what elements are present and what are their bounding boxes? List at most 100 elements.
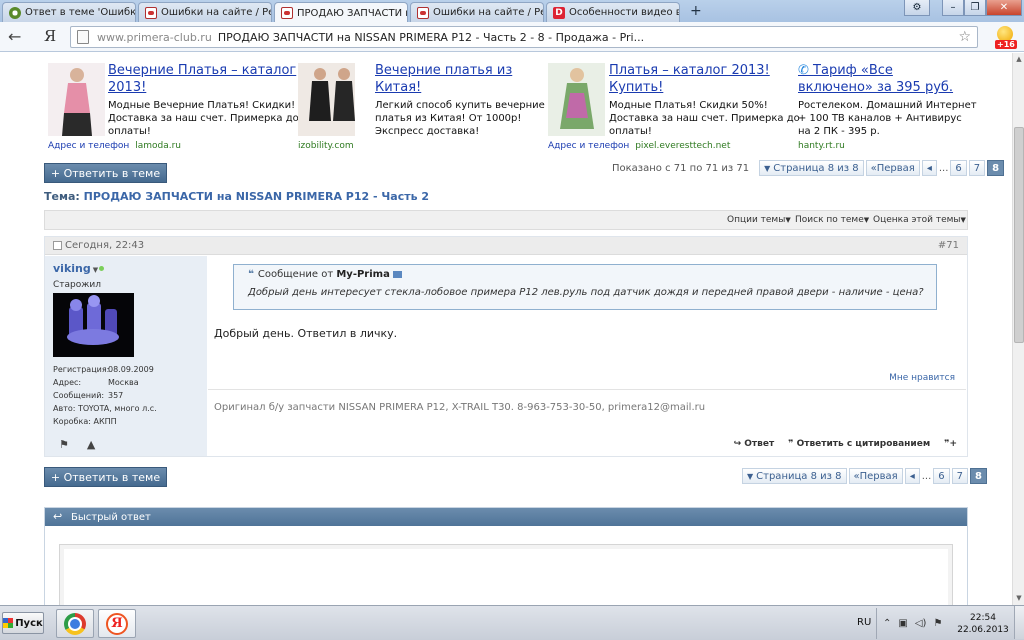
ad-thumbnail[interactable] [298, 63, 355, 136]
minimize-icon[interactable]: – [942, 0, 964, 16]
detail-label: Авто: [53, 404, 76, 413]
username-link[interactable]: viking ▼ [53, 262, 98, 275]
yandex-logo-icon[interactable]: Я [44, 27, 56, 45]
caret-down-icon: ▼ [785, 216, 791, 224]
first-page-button[interactable]: «Первая [848, 468, 903, 484]
ad-source: hanty.rt.ru [798, 141, 845, 151]
tab-4[interactable]: Ошибки на сайте / Реш × [410, 2, 544, 22]
ad-source: Адрес и телефон pixel.everesttech.net [548, 141, 730, 151]
settings-gear-icon[interactable]: ⚙ [904, 0, 930, 16]
caret-down-icon: ▼ [764, 163, 771, 173]
ad-domain[interactable]: izobility.com [298, 141, 354, 151]
prev-page-button[interactable]: ◂ [904, 468, 920, 484]
user-signature: Оригинал б/у запчасти NISSAN PRIMERA P12… [214, 402, 706, 413]
language-indicator[interactable]: RU [857, 617, 871, 628]
page-viewport: Вечерние Платья – каталог 2013! Модные В… [0, 53, 1012, 605]
page-6-button[interactable]: 6 [950, 160, 967, 176]
volume-icon[interactable]: ◁) [915, 618, 927, 629]
ad-domain[interactable]: lamoda.ru [135, 141, 181, 151]
system-tray: RU ⌃ ▣ ◁) ⚑ 22:54 22.06.2013 [857, 608, 1024, 639]
reply-in-thread-button-bottom[interactable]: + Ответить в теме [44, 467, 167, 487]
thread-options-menu[interactable]: Опции темы▼ [727, 215, 791, 225]
scroll-down-icon[interactable]: ▼ [1014, 592, 1024, 604]
reply-with-quote-button[interactable]: ❞ Ответить с цитированием [788, 439, 930, 449]
avatar[interactable] [53, 293, 134, 357]
action-center-icon[interactable]: ⚑ [933, 618, 942, 629]
reply-label: Ответ [744, 439, 775, 449]
page-menu-button[interactable]: ▼ Страница 8 из 8 [759, 160, 864, 176]
tray-expand-icon[interactable]: ⌃ [883, 618, 891, 629]
page-8-current: 8 [970, 468, 987, 484]
detail-value: 357 [108, 391, 124, 400]
page-7-button[interactable]: 7 [951, 468, 969, 484]
quote-header: ❝ Сообщение от My-Prima [248, 269, 402, 280]
reputation-icon[interactable]: ⚑ [59, 438, 69, 451]
d-favicon-icon: D [553, 6, 565, 19]
page-6-button[interactable]: 6 [933, 468, 950, 484]
ad-description: Модные Платья! Скидки 50%! Доставка за н… [609, 99, 800, 138]
option-label: Опции темы [727, 215, 786, 225]
post-checkbox[interactable] [53, 241, 62, 250]
ad-domain[interactable]: pixel.everesttech.net [635, 141, 730, 151]
prev-page-button[interactable]: ◂ [921, 160, 937, 176]
first-label: Первая [876, 162, 915, 174]
ad-domain[interactable]: hanty.rt.ru [798, 141, 845, 151]
user-detail-row: Авто: TOYOTA, много л.с. [53, 402, 157, 415]
tab-2[interactable]: Ошибки на сайте / Реш × [138, 2, 272, 22]
vertical-scrollbar[interactable]: ▲ ▼ [1012, 53, 1024, 605]
first-page-button[interactable]: «Первая [865, 160, 920, 176]
user-detail-row: Адрес: Москва [53, 376, 157, 389]
show-desktop-button[interactable] [1014, 606, 1024, 639]
ad-thumbnail[interactable] [48, 63, 105, 136]
ad-address-link[interactable]: Адрес и телефон [548, 141, 629, 151]
new-tab-button[interactable]: + [690, 3, 702, 19]
bookmark-star-icon[interactable]: ☆ [958, 29, 971, 45]
page-icon [77, 30, 89, 44]
tab-3-active[interactable]: ПРОДАЮ ЗАПЧАСТИ на × [274, 2, 408, 23]
ad-address-link[interactable]: Адрес и телефон [48, 141, 129, 151]
pagination-top: Показано с 71 по 71 из 71 ▼ Страница 8 из… [612, 160, 1005, 176]
option-label: Поиск по теме [795, 215, 864, 225]
ad-title-link[interactable]: Вечерние Платья – каталог 2013! [108, 62, 298, 96]
taskbar-yandex-browser[interactable]: Я [98, 609, 136, 638]
tab-1[interactable]: Ответ в теме 'Ошибки с × [2, 2, 136, 22]
search-thread-menu[interactable]: Поиск по теме▼ [795, 215, 869, 225]
multi-quote-icon[interactable]: ❞+ [944, 439, 957, 449]
tab-title: Особенности видео в л [569, 7, 680, 18]
report-warning-icon[interactable]: ▲ [87, 438, 95, 451]
ad-title-link[interactable]: Платья – каталог 2013! Купить! [609, 62, 789, 96]
quick-reply-header[interactable]: ↩ Быстрый ответ [45, 508, 967, 526]
caret-down-icon: ▼ [863, 216, 870, 224]
thread-title-label: Тема: [44, 190, 80, 203]
tab-title: Ошибки на сайте / Реш [161, 7, 272, 18]
clock[interactable]: 22:54 22.06.2013 [955, 612, 1011, 636]
window-close-icon[interactable]: ✕ [986, 0, 1022, 16]
reply-button[interactable]: ↪ Ответ [734, 439, 775, 449]
page-menu-button[interactable]: ▼ Страница 8 из 8 [742, 468, 847, 484]
thread-title-link[interactable]: ПРОДАЮ ЗАПЧАСТИ на NISSAN PRIMERA P12 - … [84, 190, 429, 203]
tab-5[interactable]: D Особенности видео в л × [546, 2, 680, 22]
taskbar-chrome[interactable] [56, 609, 94, 638]
detail-label: Коробка: [53, 417, 91, 426]
quick-reply-editor[interactable] [59, 544, 953, 605]
back-arrow-icon[interactable]: ← [8, 27, 21, 46]
reply-in-thread-button[interactable]: + Ответить в теме [44, 163, 167, 183]
start-button[interactable]: Пуск [2, 612, 44, 634]
network-icon[interactable]: ▣ [898, 618, 907, 629]
scroll-up-icon[interactable]: ▲ [1014, 53, 1024, 65]
ad-desc-line: Ростелеком. Домашний Интернет [798, 100, 977, 111]
ad-title-link[interactable]: ✆ Тариф «Все включено» за 395 руб. [798, 62, 968, 96]
like-link[interactable]: Мне нравится [889, 373, 955, 383]
view-post-icon[interactable] [392, 270, 402, 278]
rate-thread-menu[interactable]: Оценка этой темы▼ [873, 215, 966, 225]
extension-lightbulb-icon[interactable]: +16 [993, 26, 1017, 50]
page-7-button[interactable]: 7 [968, 160, 986, 176]
ad-thumbnail[interactable] [548, 63, 605, 136]
scroll-thumb[interactable] [1014, 127, 1024, 343]
ad-title-link[interactable]: Вечерние платья из Китая! [375, 62, 545, 96]
restore-icon[interactable]: ❐ [964, 0, 986, 16]
post-number-link[interactable]: #71 [938, 240, 959, 251]
address-bar[interactable]: www.primera-club.ru ПРОДАЮ ЗАПЧАСТИ на N… [70, 26, 978, 48]
yandex-browser-icon: Я [106, 612, 128, 635]
post-71: Сегодня, 22:43 #71 viking ▼ Старожил Реги [44, 236, 968, 457]
